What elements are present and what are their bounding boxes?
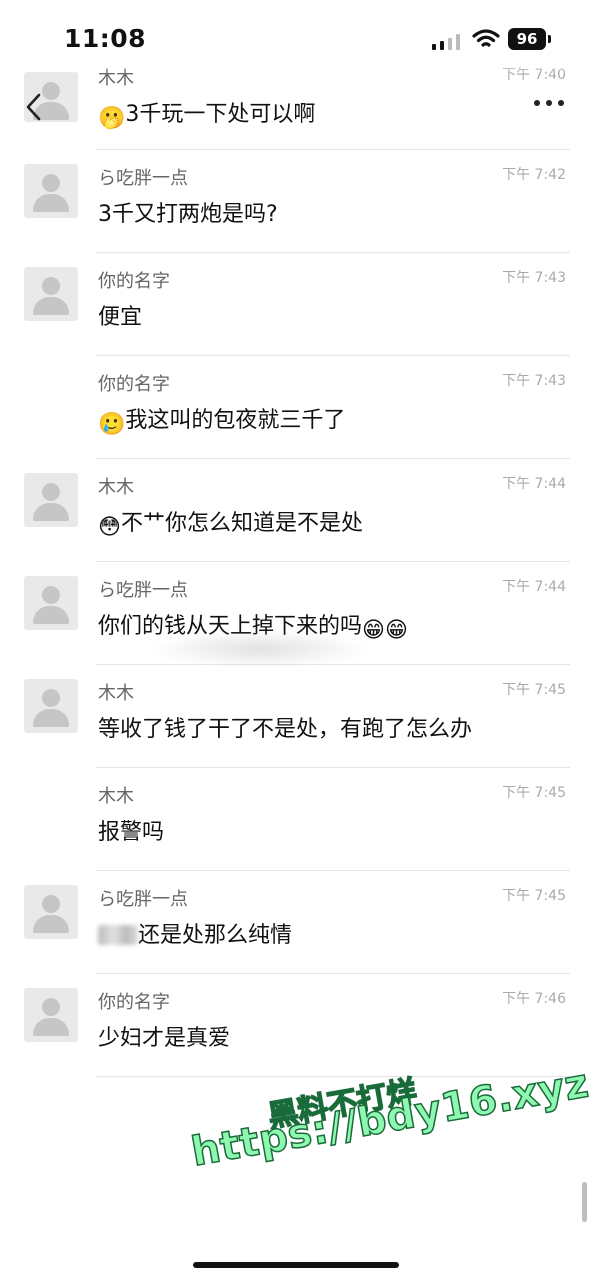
message-text: 便宜 <box>98 299 142 331</box>
sender-name: ら吃胖一点 <box>98 889 188 910</box>
sender-name: 木木 <box>98 477 134 498</box>
message-body: 少妇才是真爱 <box>98 1026 231 1051</box>
cellular-signal-icon <box>432 34 468 50</box>
message-text: 😳不艹你怎么知道是不是处 <box>98 505 363 540</box>
home-indicator[interactable] <box>193 1262 399 1268</box>
message-time: 下午 7:45 <box>502 682 566 698</box>
battery-cap <box>548 35 551 43</box>
sender-name: 木木 <box>98 786 134 807</box>
message-row[interactable]: ら吃胖一点 下午 7:42 3千又打两炮是吗? <box>0 150 592 253</box>
scrollbar-thumb[interactable] <box>582 1182 587 1222</box>
avatar-placeholder-icon[interactable] <box>24 267 78 321</box>
message-time: 下午 7:43 <box>502 270 566 286</box>
chat-history-screen: 木木 下午 7:40 🫢3千玩一下处可以啊 ら吃胖一点 下午 7:42 3千又打两炮是吗?… <box>0 0 592 1280</box>
status-bar: 11:08 96 <box>0 0 592 74</box>
message-time: 下午 7:45 <box>502 888 566 904</box>
message-row[interactable]: 你的名字 下午 7:46 少妇才是真爱 <box>0 974 592 1077</box>
avatar-placeholder-icon[interactable] <box>24 576 78 630</box>
message-time: 下午 7:45 <box>502 785 566 801</box>
message-time: 下午 7:46 <box>502 991 566 1007</box>
message-body: 还是处那么纯情 <box>138 923 293 948</box>
sender-name: ら吃胖一点 <box>98 168 188 189</box>
message-time: 下午 7:43 <box>502 373 566 389</box>
emoji-icon: 🥲 <box>98 412 126 437</box>
message-row[interactable]: 你的名字 下午 7:43 便宜 <box>0 253 592 356</box>
message-text: 少妇才是真爱 <box>98 1020 230 1052</box>
blur-smudge <box>150 630 370 668</box>
wifi-icon <box>472 29 500 47</box>
message-text: 报警吗 <box>98 814 164 846</box>
sender-name: 木木 <box>98 683 134 704</box>
message-row[interactable]: 木木 下午 7:44 😳不艹你怎么知道是不是处 <box>0 459 592 562</box>
message-body: 3千又打两炮是吗? <box>98 202 278 227</box>
more-options-icon[interactable] <box>534 100 568 108</box>
message-time: 下午 7:44 <box>502 476 566 492</box>
sender-name: 你的名字 <box>98 992 170 1013</box>
sender-name: 你的名字 <box>98 271 170 292</box>
message-body: 等收了钱了干了不是处，有跑了怎么办 <box>98 717 473 742</box>
status-time: 11:08 <box>64 24 147 53</box>
redacted-text <box>98 925 138 945</box>
back-arrow-icon[interactable] <box>22 92 46 122</box>
avatar-placeholder-icon[interactable] <box>24 164 78 218</box>
message-text: 🥲我这叫的包夜就三千了 <box>98 402 345 437</box>
message-body: 3千玩一下处可以啊 <box>125 102 316 127</box>
message-time: 下午 7:42 <box>502 167 566 183</box>
sender-name: 你的名字 <box>98 374 170 395</box>
avatar-placeholder-icon[interactable] <box>24 679 78 733</box>
message-row[interactable]: ら吃胖一点 下午 7:45 还是处那么纯情 <box>0 871 592 974</box>
avatar-placeholder-icon[interactable] <box>24 885 78 939</box>
message-row[interactable]: 你的名字 下午 7:43 🥲我这叫的包夜就三千了 <box>0 356 592 459</box>
message-row[interactable]: 木木 下午 7:45 等收了钱了干了不是处，有跑了怎么办 <box>0 665 592 768</box>
message-body: 我这叫的包夜就三千了 <box>125 408 346 433</box>
message-body: 报警吗 <box>98 820 165 845</box>
emoji-icon: 😳 <box>98 515 121 540</box>
message-row[interactable]: 木木 下午 7:45 报警吗 <box>0 768 592 871</box>
avatar-placeholder-icon[interactable] <box>24 473 78 527</box>
avatar-placeholder-icon[interactable] <box>24 988 78 1042</box>
message-text: 3千又打两炮是吗? <box>98 196 278 228</box>
message-body: 不艹你怎么知道是不是处 <box>120 511 363 536</box>
message-list[interactable]: 木木 下午 7:40 🫢3千玩一下处可以啊 ら吃胖一点 下午 7:42 3千又打两炮是吗?… <box>0 54 592 1077</box>
message-text: 🫢3千玩一下处可以啊 <box>98 96 315 131</box>
message-text: 等收了钱了干了不是处，有跑了怎么办 <box>98 711 472 743</box>
sender-name: ら吃胖一点 <box>98 580 188 601</box>
message-body: 便宜 <box>98 305 143 330</box>
message-time: 下午 7:44 <box>502 579 566 595</box>
emoji-icon: 🫢 <box>98 106 126 131</box>
message-text: 还是处那么纯情 <box>98 917 292 949</box>
battery-icon: 96 <box>508 28 546 50</box>
